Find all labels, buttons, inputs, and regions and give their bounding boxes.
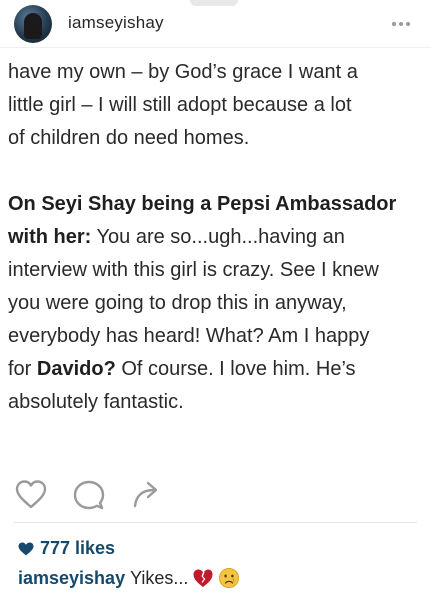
cropped-overlay-shape — [190, 0, 238, 6]
broken-heart-emoji — [193, 569, 213, 587]
text-fragment: You are so...ugh...having an — [91, 226, 345, 248]
crying-face-emoji — [219, 568, 240, 588]
text-line: little girl – I will still adopt because… — [8, 94, 352, 116]
share-arrow-icon[interactable] — [130, 478, 164, 512]
text-line: have my own – by God’s grace I want a — [8, 61, 358, 83]
more-dot — [406, 22, 410, 26]
post-header: iamseyishay — [0, 0, 431, 48]
heart-filled-icon — [18, 542, 34, 555]
likes-text: 777 likes — [40, 538, 116, 558]
section-heading-tail: with her: — [8, 226, 92, 248]
text-line: with her: You are so...ugh...having an — [8, 221, 420, 254]
header-username[interactable]: iamseyishay — [68, 13, 164, 33]
more-dot — [392, 22, 396, 26]
caption: iamseyishay Yikes... — [18, 567, 240, 589]
text-fragment: Of course. I love him. He’s — [115, 358, 356, 380]
text-line: you were going to drop this in anyway, — [8, 292, 347, 314]
comment-bubble-icon[interactable] — [72, 478, 106, 512]
divider — [14, 522, 417, 523]
section-heading: On Seyi Shay being a Pepsi Ambassador — [8, 193, 397, 215]
caption-text: Yikes... — [130, 567, 189, 588]
avatar[interactable] — [14, 5, 52, 43]
heart-outline-icon[interactable] — [14, 478, 48, 512]
caption-username[interactable]: iamseyishay — [18, 568, 125, 589]
text-line: everybody has heard! What? Am I happy — [8, 325, 370, 347]
avatar-figure — [24, 13, 42, 39]
action-bar — [0, 472, 431, 518]
text-fragment: for — [8, 358, 37, 380]
text-line: absolutely fantastic. — [8, 391, 184, 413]
name-highlight: Davido? — [36, 358, 116, 380]
text-line: of children do need homes. — [8, 127, 250, 149]
text-line: interview with this girl is crazy. See I… — [8, 259, 379, 281]
more-dot — [399, 22, 403, 26]
post-image-text: have my own – by God’s grace I want a li… — [8, 56, 420, 419]
likes-count[interactable]: 777 likes — [18, 538, 115, 559]
more-horizontal-icon[interactable] — [386, 12, 416, 34]
text-line: for Davido? Of course. I love him. He’s — [8, 353, 420, 386]
